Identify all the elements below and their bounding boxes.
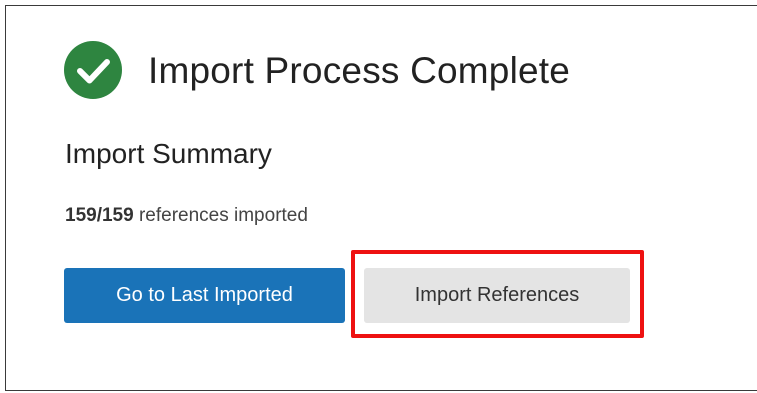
import-summary-text: 159/159 references imported xyxy=(65,206,308,225)
page-title: Import Process Complete xyxy=(148,49,571,91)
import-count: 159/159 xyxy=(65,205,134,226)
import-count-label: references imported xyxy=(133,205,308,226)
go-to-last-imported-button[interactable]: Go to Last Imported xyxy=(64,268,345,323)
import-references-button[interactable]: Import References xyxy=(364,268,630,323)
page-header: Import Process Complete xyxy=(64,41,570,99)
summary-heading: Import Summary xyxy=(65,138,272,169)
check-circle-icon xyxy=(64,41,122,99)
